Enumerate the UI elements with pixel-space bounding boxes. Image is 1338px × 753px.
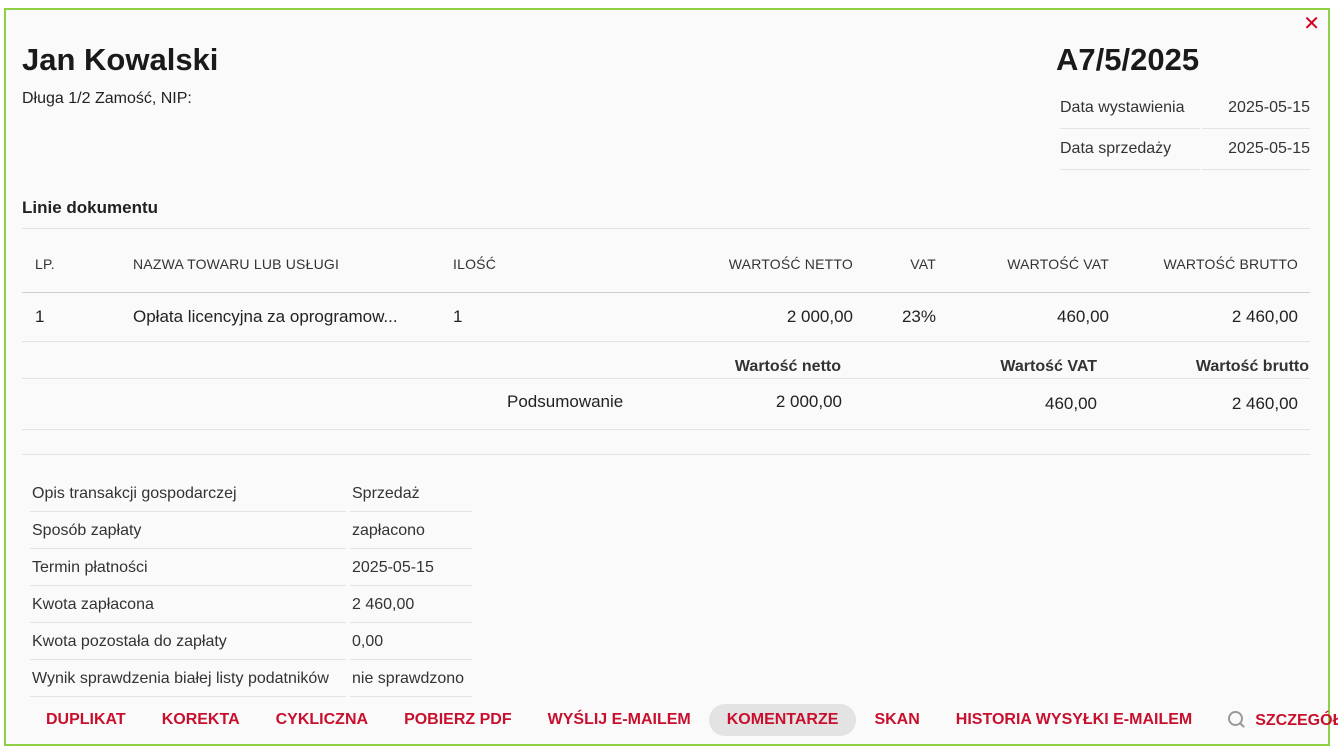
detail-row: Kwota pozostała do zapłaty 0,00	[30, 624, 472, 660]
detail-label: Opis transakcji gospodarczej	[30, 476, 346, 512]
summary-vat: 460,00	[925, 378, 1098, 430]
date-row-issue: Data wystawienia 2025-05-15	[1060, 88, 1310, 129]
detail-value: nie sprawdzono	[350, 661, 472, 697]
summary-header-netto: Wartość netto	[560, 337, 842, 379]
dates-table: Data wystawienia 2025-05-15 Data sprzeda…	[1058, 88, 1312, 170]
table-header-row: LP. NAZWA TOWARU LUB USŁUGI ILOŚĆ WARTOŚ…	[22, 236, 1310, 293]
action-bar: DUPLIKAT KOREKTA CYKLICZNA POBIERZ PDF W…	[28, 704, 1338, 736]
summary-header-brutto: Wartość brutto	[1098, 337, 1310, 379]
send-email-button[interactable]: WYŚLIJ E-MAILEM	[530, 704, 709, 736]
detail-label: Kwota pozostała do zapłaty	[30, 624, 346, 660]
detail-label: Wynik sprawdzenia białej listy podatnikó…	[30, 661, 346, 697]
detail-label: Termin płatności	[30, 550, 346, 586]
summary-header-vat: Wartość VAT	[925, 337, 1098, 379]
column-header-lp: LP.	[22, 236, 132, 293]
cell-netto: 2 000,00	[572, 292, 854, 342]
date-label: Data wystawienia	[1060, 88, 1200, 129]
summary-brutto: 2 460,00	[1098, 378, 1310, 430]
summary-table: Wartość netto Wartość VAT Wartość brutto…	[22, 337, 1310, 430]
email-history-button[interactable]: HISTORIA WYSYŁKI E-MAILEM	[938, 704, 1210, 736]
detail-row: Sposób zapłaty zapłacono	[30, 513, 472, 549]
detail-label: Sposób zapłaty	[30, 513, 346, 549]
column-header-name: NAZWA TOWARU LUB USŁUGI	[132, 236, 452, 293]
date-row-sale: Data sprzedaży 2025-05-15	[1060, 129, 1310, 170]
date-value: 2025-05-15	[1202, 129, 1310, 170]
column-header-vat: VAT	[854, 236, 937, 293]
column-header-brutto: WARTOŚĆ BRUTTO	[1110, 236, 1310, 293]
cell-name: Opłata licencyjna za oprogramow...	[132, 292, 452, 342]
detail-value: zapłacono	[350, 513, 472, 549]
recurring-button[interactable]: CYKLICZNA	[258, 704, 386, 736]
divider	[22, 454, 1310, 455]
cell-brutto: 2 460,00	[1110, 292, 1310, 342]
detail-value: 0,00	[350, 624, 472, 660]
cell-vat-value: 460,00	[937, 292, 1110, 342]
document-number: A7/5/2025	[1056, 42, 1200, 77]
cell-qty: 1	[452, 292, 572, 342]
client-name: Jan Kowalski	[22, 42, 219, 77]
detail-row: Wynik sprawdzenia białej listy podatnikó…	[30, 661, 472, 697]
scan-button[interactable]: SKAN	[856, 704, 937, 736]
detail-value: Sprzedaż	[350, 476, 472, 512]
column-header-vat-value: WARTOŚĆ VAT	[937, 236, 1110, 293]
detail-row: Opis transakcji gospodarczej Sprzedaż	[30, 476, 472, 512]
comments-button[interactable]: KOMENTARZE	[708, 704, 857, 736]
lines-section-title: Linie dokumentu	[22, 198, 158, 217]
correction-button[interactable]: KOREKTA	[144, 704, 258, 736]
details-button-label: SZCZEGÓŁY	[1255, 711, 1338, 729]
search-icon	[1228, 710, 1244, 726]
detail-label: Kwota zapłacona	[30, 587, 346, 623]
cell-vat: 23%	[854, 292, 937, 342]
details-button[interactable]: SZCZEGÓŁY	[1210, 704, 1338, 737]
divider	[22, 228, 1310, 229]
summary-row: Podsumowanie 2 000,00 460,00 2 460,00	[22, 378, 1310, 430]
date-label: Data sprzedaży	[1060, 129, 1200, 170]
date-value: 2025-05-15	[1202, 88, 1310, 129]
duplicate-button[interactable]: DUPLIKAT	[28, 704, 144, 736]
document-lines-table: LP. NAZWA TOWARU LUB USŁUGI ILOŚĆ WARTOŚ…	[22, 236, 1310, 342]
summary-label: Podsumowanie	[507, 392, 624, 411]
detail-row: Kwota zapłacona 2 460,00	[30, 587, 472, 623]
column-header-qty: ILOŚĆ	[452, 236, 572, 293]
close-icon[interactable]: ✕	[1303, 14, 1320, 34]
transaction-details-table: Opis transakcji gospodarczej Sprzedaż Sp…	[26, 475, 476, 698]
table-row[interactable]: 1 Opłata licencyjna za oprogramow... 1 2…	[22, 292, 1310, 342]
download-pdf-button[interactable]: POBIERZ PDF	[386, 704, 530, 736]
detail-row: Termin płatności 2025-05-15	[30, 550, 472, 586]
column-header-netto: WARTOŚĆ NETTO	[572, 236, 854, 293]
invoice-dialog: ✕ Jan Kowalski Długa 1/2 Zamość, NIP: A7…	[4, 8, 1338, 746]
summary-netto: 2 000,00	[775, 392, 842, 411]
cell-lp: 1	[22, 292, 132, 342]
detail-value: 2025-05-15	[350, 550, 472, 586]
summary-header-row: Wartość netto Wartość VAT Wartość brutto	[22, 337, 1310, 379]
detail-value: 2 460,00	[350, 587, 472, 623]
client-address: Długa 1/2 Zamość, NIP:	[22, 90, 192, 107]
